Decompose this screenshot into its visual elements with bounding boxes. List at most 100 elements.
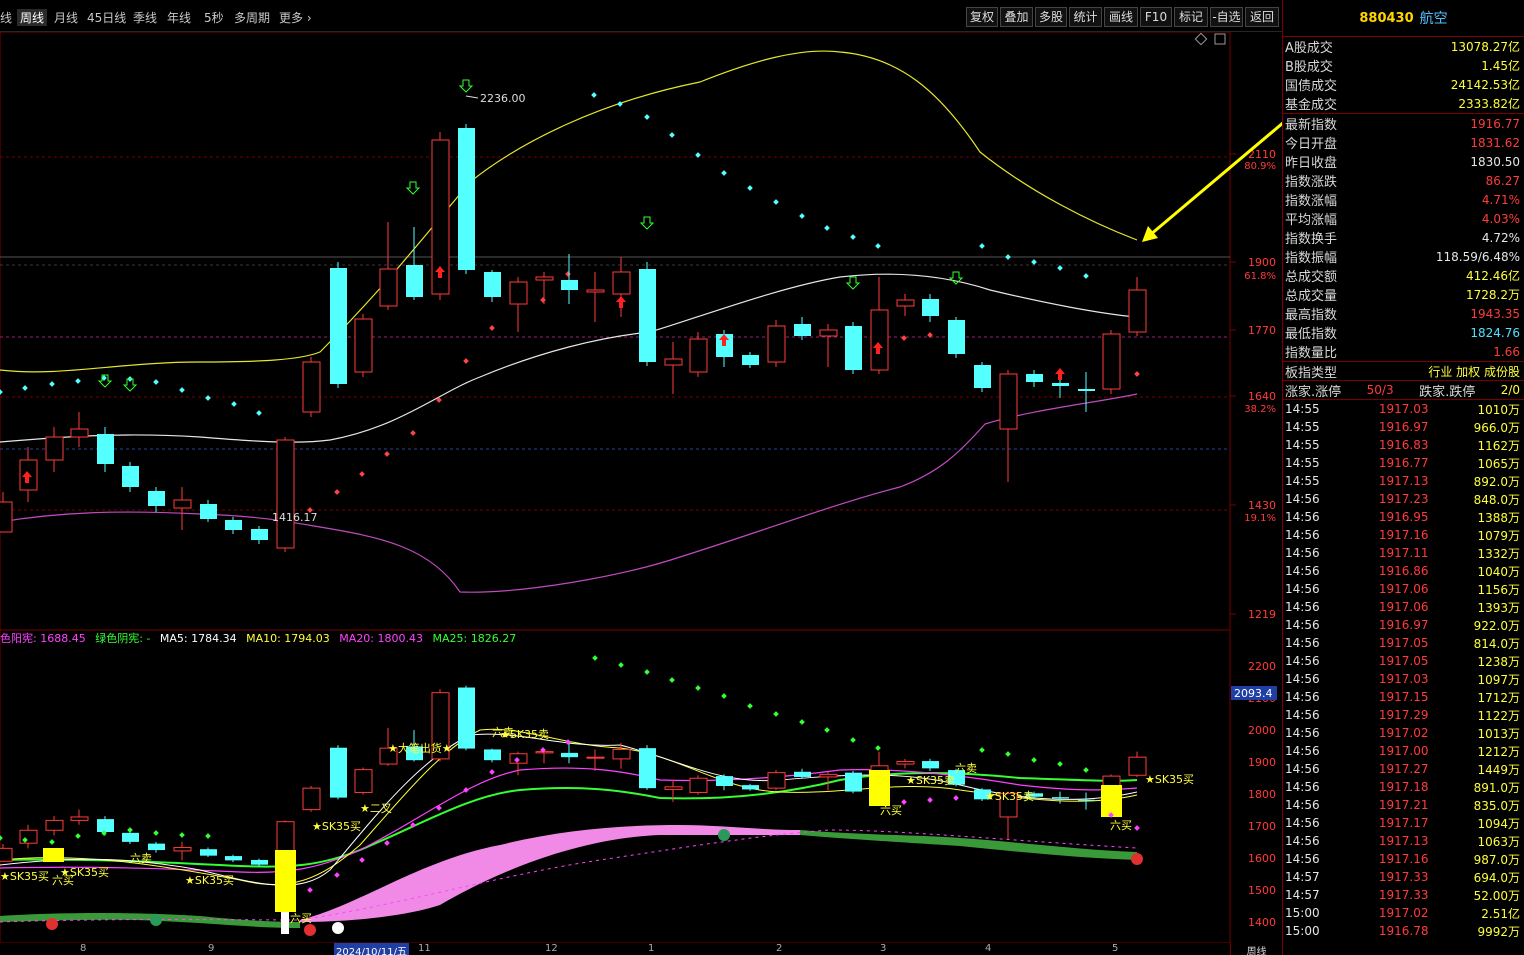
period-tab-2[interactable]: 月线	[54, 9, 78, 26]
signal-annotation: ★SK35卖	[906, 774, 955, 787]
event-marker-icon	[46, 918, 58, 930]
tick-price: 1917.05	[1378, 636, 1429, 650]
stat-label: 总成交额	[1285, 270, 1338, 285]
tick-time: 14:56	[1285, 744, 1320, 758]
tick-time: 14:56	[1285, 834, 1320, 848]
sub-sar-dot	[850, 737, 856, 743]
tick-volume: 1393万	[1477, 600, 1520, 615]
sub-candle-body-down	[1078, 799, 1095, 801]
stat-row: 指数换手 4.72%	[1283, 228, 1524, 248]
tick-volume: 1094万	[1477, 816, 1520, 831]
tick-volume: 1388万	[1477, 510, 1520, 525]
candle-body-down	[97, 434, 114, 464]
indicator-sub-chart[interactable]: 2200210020001900180017001600150014002093…	[0, 630, 1282, 943]
tick-time: 14:56	[1285, 816, 1320, 830]
signal-annotation: 六买	[290, 912, 312, 925]
tick-row: 14:56 1917.18 891.0万	[1283, 778, 1524, 796]
tick-row: 14:56 1917.03 1097万	[1283, 670, 1524, 688]
tick-price: 1916.97	[1378, 420, 1429, 434]
sub-sar-dot	[0, 835, 3, 841]
period-tab-3[interactable]: 45日线	[87, 9, 126, 26]
tick-volume: 1156万	[1477, 582, 1520, 597]
stat-label: 最高指数	[1285, 308, 1338, 323]
up-down-row: 涨家.涨停 50/3 跌家.跌停 2/0	[1283, 380, 1524, 400]
sub-candle-body-down	[794, 771, 811, 777]
sell-arrow-icon	[639, 216, 655, 230]
sub-sar-dot	[695, 685, 701, 691]
sar-dot	[850, 234, 856, 240]
tick-time: 14:55	[1285, 474, 1320, 488]
stat-label: 昨日收盘	[1285, 156, 1338, 171]
tool-button-0[interactable]: 复权	[966, 7, 998, 27]
period-tab-0[interactable]: 线	[0, 9, 12, 26]
sub-sar-dot	[824, 727, 830, 733]
tick-row: 14:56 1917.13 1063万	[1283, 832, 1524, 850]
sub-candle-body-up	[354, 769, 373, 793]
tick-price: 1917.21	[1378, 798, 1429, 812]
tool-button-1[interactable]: 叠加	[1000, 7, 1033, 27]
sub-candle-body-up	[19, 829, 38, 844]
period-tag[interactable]: 周线	[1230, 943, 1282, 955]
sub-sar-dot	[205, 833, 211, 839]
tool-button-5[interactable]: F10	[1140, 7, 1172, 27]
tick-price: 1916.97	[1378, 618, 1429, 632]
period-tab-4[interactable]: 季线	[133, 9, 157, 26]
tick-time: 14:56	[1285, 780, 1320, 794]
turnover-value: 24142.53亿	[1450, 78, 1520, 92]
tool-button-2[interactable]: 多股	[1035, 7, 1067, 27]
period-tab-5[interactable]: 年线	[167, 9, 191, 26]
tool-button-8[interactable]: 返回	[1245, 7, 1279, 27]
tick-row: 14:56 1917.05 814.0万	[1283, 634, 1524, 652]
sub-candle-body-down	[922, 761, 939, 769]
tick-time: 14:56	[1285, 528, 1320, 542]
tick-volume: 1065万	[1477, 456, 1520, 471]
candle-body-up	[1128, 289, 1147, 333]
tick-time: 14:57	[1285, 870, 1320, 884]
tick-row: 15:00 1917.02 2.51亿	[1283, 904, 1524, 922]
tick-volume: 1449万	[1477, 762, 1520, 777]
period-tab-6[interactable]: 5秒	[204, 9, 224, 26]
sub-sar-dot	[773, 711, 779, 717]
tool-button-7[interactable]: -自选	[1210, 7, 1243, 27]
sub-price-tick: 1400	[1248, 916, 1276, 929]
sub-price-tick: 1600	[1248, 852, 1276, 865]
signal-annotation: 六买	[1110, 819, 1132, 832]
tool-button-3[interactable]: 统计	[1069, 7, 1102, 27]
tool-button-4[interactable]: 画线	[1104, 7, 1138, 27]
candle-body-down	[458, 128, 475, 270]
high-label: 2236.00	[480, 92, 526, 105]
event-marker-icon	[150, 914, 162, 926]
price-tick: 1430	[1248, 499, 1276, 512]
candle-body-up	[0, 501, 13, 533]
date-tick: 9	[208, 943, 215, 954]
board-type-row: 板指类型 行业 加权 成份股	[1283, 361, 1524, 381]
stat-row: 指数涨幅 4.71%	[1283, 190, 1524, 210]
diamond-icon	[1194, 32, 1208, 46]
tick-list[interactable]: 14:55 1917.03 1010万 14:55 1916.97 966.0万 14:55…	[1283, 399, 1524, 940]
tick-volume: 848.0万	[1473, 492, 1520, 507]
tick-volume: 1162万	[1477, 438, 1520, 453]
tick-time: 15:00	[1285, 924, 1320, 938]
candle-body-up	[535, 276, 554, 281]
pct-tick: 80.9%	[1244, 161, 1276, 172]
period-tab-8[interactable]: 更多 ›	[279, 9, 312, 26]
tick-price: 1917.17	[1378, 816, 1429, 830]
candle-body-up	[612, 271, 631, 295]
tool-button-6[interactable]: 标记	[1174, 7, 1208, 27]
sub-sar-dot	[127, 827, 133, 833]
period-tab-1[interactable]: 周线	[17, 9, 48, 26]
tick-time: 14:55	[1285, 420, 1320, 434]
stat-row: 指数涨跌 86.27	[1283, 171, 1524, 191]
sub-candle-body-down	[225, 856, 242, 861]
candle-body-down	[922, 299, 939, 316]
period-tab-7[interactable]: 多周期	[234, 9, 270, 26]
signal-block-white	[281, 912, 289, 934]
sub-price-tick: 1700	[1248, 820, 1276, 833]
turnover-value: 1.45亿	[1481, 59, 1520, 73]
sar-dot	[901, 335, 907, 341]
candlestick-main-chart[interactable]: 21101900177016401430121980.9%61.8%38.2%1…	[0, 32, 1282, 630]
stat-row: 指数振幅 118.59/6.48%	[1283, 247, 1524, 267]
candle-body-down	[845, 326, 862, 370]
stat-row: 今日开盘 1831.62	[1283, 133, 1524, 153]
tick-price: 1916.95	[1378, 510, 1429, 524]
